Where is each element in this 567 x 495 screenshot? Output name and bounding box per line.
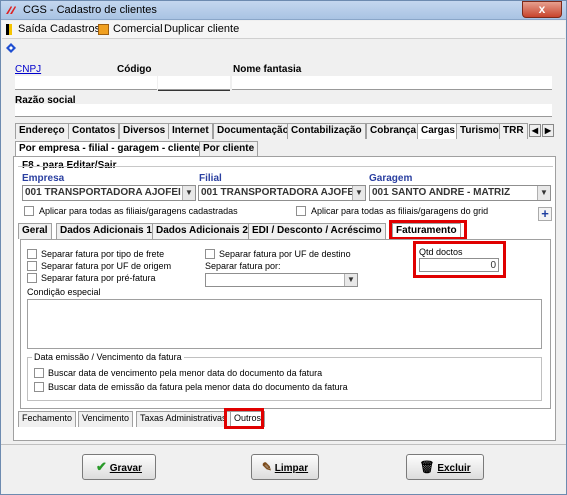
sep-uf-destino-label: Separar fatura por UF de destino xyxy=(219,249,351,259)
menu-cadastros[interactable]: Cadastros xyxy=(50,23,100,35)
qtd-doctos-highlight xyxy=(413,241,506,278)
nome-fantasia-field[interactable] xyxy=(232,76,552,90)
chevron-down-icon[interactable]: ▼ xyxy=(182,186,195,200)
excluir-button[interactable]: 🗑 Excluir xyxy=(406,454,484,480)
tab-fechamento[interactable]: Fechamento xyxy=(18,411,77,427)
buscar-vencimento-label: Buscar data de vencimento pela menor dat… xyxy=(48,368,323,378)
check-icon: ✔ xyxy=(96,459,107,474)
sep-uf-origem-checkbox[interactable] xyxy=(27,261,37,271)
faturamento-panel: Separar fatura por tipo de frete Separar… xyxy=(20,239,551,409)
tab-cargas[interactable]: Cargas xyxy=(417,123,459,139)
bottom-tabs: Fechamento Vencimento Taxas Administrati… xyxy=(18,411,553,427)
garagem-value: 001 SANTO ANDRE - MATRIZ xyxy=(372,187,511,198)
gravar-button[interactable]: ✔ Gravar xyxy=(82,454,156,480)
codigo-field[interactable] xyxy=(158,76,230,90)
chevron-down-icon[interactable]: ▼ xyxy=(344,274,357,286)
tab-endereco[interactable]: Endereço xyxy=(15,123,69,139)
tab-geral[interactable]: Geral xyxy=(18,223,52,239)
tab-cobranca[interactable]: Cobrança xyxy=(366,123,421,139)
tab-turismo[interactable]: Turismo xyxy=(456,123,503,139)
menu-comercial[interactable]: Comercial xyxy=(113,23,163,35)
condicao-especial-label: Condição especial xyxy=(27,287,101,297)
filial-value: 001 TRANSPORTADORA AJOFEI xyxy=(201,187,357,198)
buscar-emissao-label: Buscar data de emissão da fatura pela me… xyxy=(48,382,348,392)
tab-trr[interactable]: TRR xyxy=(499,123,528,139)
add-button[interactable]: + xyxy=(538,207,552,221)
empresa-value: 001 TRANSPORTADORA AJOFEI xyxy=(25,187,181,198)
sub-tabs: Por empresa - filial - garagem - cliente… xyxy=(15,141,555,157)
tab-dados-adicionais-2[interactable]: Dados Adicionais 2 xyxy=(152,223,252,239)
exit-door-icon xyxy=(6,24,12,35)
excluir-label: Excluir xyxy=(437,463,471,474)
data-emissao-group: Data emissão / Vencimento da fatura Busc… xyxy=(27,352,542,401)
empresa-label: Empresa xyxy=(22,173,65,184)
tab-edi-desconto[interactable]: EDI / Desconto / Acréscimo xyxy=(248,223,386,239)
tab-taxas-administrativas[interactable]: Taxas Administrativas xyxy=(136,411,231,427)
sep-uf-destino-checkbox[interactable] xyxy=(205,249,215,259)
main-tabs: Endereço Contatos Diversos Internet Docu… xyxy=(15,123,555,139)
menu-duplicar-cliente[interactable]: Duplicar cliente xyxy=(164,23,239,35)
data-emissao-group-label: Data emissão / Vencimento da fatura xyxy=(32,352,184,362)
razao-social-field[interactable] xyxy=(15,104,552,117)
sep-tipo-frete-checkbox[interactable] xyxy=(27,249,37,259)
condicao-especial-textarea[interactable] xyxy=(27,299,542,349)
tab-contatos[interactable]: Contatos xyxy=(68,123,120,139)
filial-label: Filial xyxy=(199,173,222,184)
main-window: CGS - Cadastro de clientes x Saída Cadas… xyxy=(0,0,567,495)
chevron-down-icon[interactable]: ▼ xyxy=(352,186,365,200)
cnpj-field[interactable] xyxy=(15,76,157,90)
aplicar-grid-checkbox[interactable] xyxy=(296,206,306,216)
close-button[interactable]: x xyxy=(522,1,562,18)
comercial-icon xyxy=(98,24,109,35)
garagem-label: Garagem xyxy=(369,173,413,184)
tab-diversos[interactable]: Diversos xyxy=(119,123,170,139)
sep-pre-fatura-label: Separar fatura por pré-fatura xyxy=(41,273,156,283)
garagem-select[interactable]: 001 SANTO ANDRE - MATRIZ ▼ xyxy=(369,185,551,201)
tab-internet[interactable]: Internet xyxy=(168,123,213,139)
aplicar-grid-label: Aplicar para todas as filiais/garagens d… xyxy=(311,206,489,216)
tab-contabilizacao[interactable]: Contabilização xyxy=(287,123,366,139)
aplicar-filiais-label: Aplicar para todas as filiais/garagens c… xyxy=(39,206,238,216)
title-bar: CGS - Cadastro de clientes x xyxy=(1,1,566,20)
tab-documentacao[interactable]: Documentação xyxy=(213,123,293,139)
limpar-label: Limpar xyxy=(274,463,309,474)
codigo-label: Código xyxy=(117,64,152,75)
navigate-icon[interactable] xyxy=(5,42,17,54)
menu-saida[interactable]: Saída xyxy=(18,23,47,35)
sep-tipo-frete-label: Separar fatura por tipo de frete xyxy=(41,249,165,259)
buscar-emissao-checkbox[interactable] xyxy=(34,382,44,392)
sep-pre-fatura-checkbox[interactable] xyxy=(27,273,37,283)
filial-select[interactable]: 001 TRANSPORTADORA AJOFEI ▼ xyxy=(198,185,366,201)
outros-highlight xyxy=(224,408,264,429)
footer-divider xyxy=(1,444,566,445)
aplicar-filiais-checkbox[interactable] xyxy=(24,206,34,216)
codigo-underline xyxy=(158,90,230,91)
sep-por-label: Separar fatura por: xyxy=(205,261,281,271)
sep-uf-origem-label: Separar fatura por UF de origem xyxy=(41,261,172,271)
trash-icon: 🗑 xyxy=(419,460,435,474)
tab-vencimento[interactable]: Vencimento xyxy=(78,411,134,427)
gravar-label: Gravar xyxy=(109,463,142,474)
empresa-select[interactable]: 001 TRANSPORTADORA AJOFEI ▼ xyxy=(22,185,196,201)
tab-scroll-left-icon[interactable]: ◀ xyxy=(529,124,541,137)
limpar-button[interactable]: ✎ Limpar xyxy=(251,454,319,480)
window-title: CGS - Cadastro de clientes xyxy=(23,4,157,16)
tab-dados-adicionais-1[interactable]: Dados Adicionais 1 xyxy=(56,223,156,239)
chevron-down-icon[interactable]: ▼ xyxy=(537,186,550,200)
faturamento-highlight xyxy=(389,220,467,240)
broom-icon: ✎ xyxy=(261,460,272,474)
tab-por-empresa[interactable]: Por empresa - filial - garagem - cliente xyxy=(15,141,204,157)
menu-bar: Saída Cadastros Comercial Duplicar clien… xyxy=(2,21,565,39)
nome-fantasia-label: Nome fantasia xyxy=(233,64,302,75)
inner-tabs: Geral Dados Adicionais 1 Dados Adicionai… xyxy=(18,223,553,239)
app-logo-icon xyxy=(6,6,16,14)
cnpj-label[interactable]: CNPJ xyxy=(15,64,41,75)
tab-por-cliente[interactable]: Por cliente xyxy=(199,141,259,157)
cargas-panel: F8 - para Editar/Sair Empresa Filial Gar… xyxy=(13,156,556,441)
group-divider xyxy=(18,166,553,167)
buscar-vencimento-checkbox[interactable] xyxy=(34,368,44,378)
tab-scroll-right-icon[interactable]: ▶ xyxy=(542,124,554,137)
sep-por-select[interactable]: ▼ xyxy=(205,273,358,287)
